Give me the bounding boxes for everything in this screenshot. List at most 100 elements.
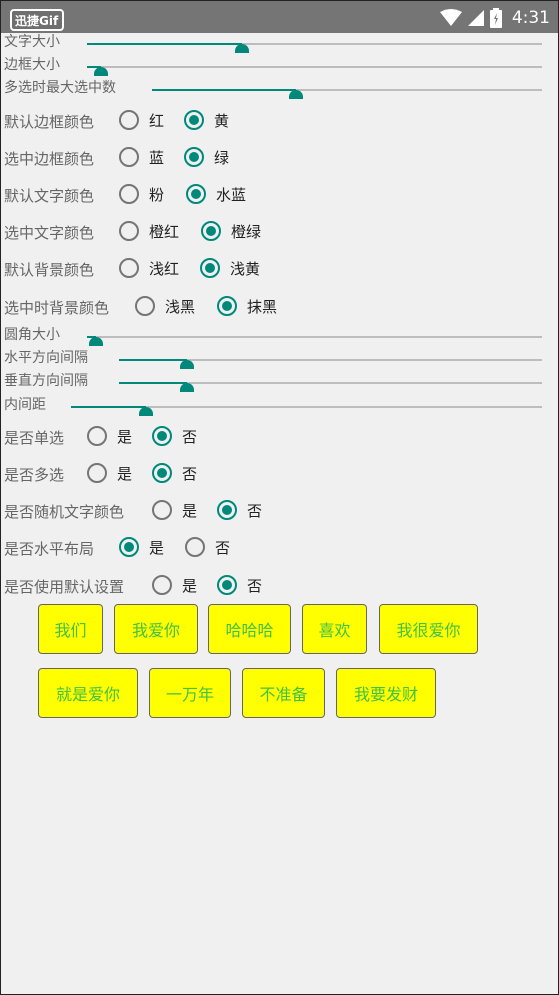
radio-option[interactable]: 否: [152, 460, 197, 486]
radio-option[interactable]: 是: [119, 534, 164, 560]
radio-button[interactable]: [217, 575, 237, 595]
radio-option-label: 是: [182, 501, 198, 520]
tag-item[interactable]: 哈哈哈: [208, 604, 291, 654]
tag-item[interactable]: 一万年: [149, 668, 231, 718]
slider-fill: [119, 359, 187, 361]
radio-button[interactable]: [186, 184, 206, 204]
slider-thumb[interactable]: [180, 360, 194, 369]
slider-track[interactable]: [87, 66, 542, 68]
radio-button[interactable]: [184, 147, 204, 167]
radio-option[interactable]: 浅黑: [135, 293, 195, 319]
status-time: 4:31: [511, 8, 550, 28]
radio-option[interactable]: 浅红: [119, 255, 179, 281]
radio-option-label: 是: [182, 576, 198, 595]
radio-option[interactable]: 是: [87, 460, 132, 486]
wifi-icon: [439, 9, 462, 26]
radio-button[interactable]: [152, 463, 172, 483]
radio-option[interactable]: 绿: [184, 144, 229, 170]
radio-button[interactable]: [119, 537, 139, 557]
slider-thumb[interactable]: [235, 44, 249, 53]
radio-button[interactable]: [152, 575, 172, 595]
radio-option[interactable]: 是: [87, 423, 132, 449]
radio-option-label: 是: [149, 538, 165, 557]
slider-label: 水平方向间隔: [4, 350, 88, 366]
app-badge: 迅捷Gif: [10, 9, 64, 31]
status-icons: 4:31: [439, 7, 550, 29]
radio-option[interactable]: 否: [152, 423, 197, 449]
tag-item[interactable]: 就是爱你: [38, 668, 138, 718]
radio-option[interactable]: 黄: [184, 107, 229, 133]
radio-option[interactable]: 粉: [119, 181, 164, 207]
radio-option-label: 绿: [214, 148, 230, 167]
radio-button[interactable]: [201, 221, 221, 241]
radio-option-label: 浅黑: [165, 297, 196, 316]
radio-option[interactable]: 红: [119, 107, 164, 133]
slider-track[interactable]: [87, 336, 542, 338]
tag-item[interactable]: 我爱你: [114, 604, 198, 654]
tag-item[interactable]: 我很爱你: [379, 604, 478, 654]
radio-button[interactable]: [152, 426, 172, 446]
radio-option[interactable]: 否: [217, 497, 262, 523]
radio-group-label: 是否使用默认设置: [4, 578, 125, 596]
tag-item[interactable]: 不准备: [242, 668, 325, 718]
radio-option-label: 否: [247, 576, 263, 595]
radio-button[interactable]: [119, 110, 139, 130]
radio-button[interactable]: [119, 184, 139, 204]
radio-group-use-default-settings: 是否使用默认设置 是 否: [1, 570, 558, 600]
slider-label: 文字大小: [4, 34, 60, 50]
radio-button[interactable]: [119, 147, 139, 167]
radio-group-label: 默认背景颜色: [4, 261, 95, 279]
slider-max-select: 多选时最大选中数: [1, 80, 558, 100]
slider-thumb[interactable]: [139, 407, 153, 416]
radio-button[interactable]: [119, 258, 139, 278]
radio-button[interactable]: [87, 426, 107, 446]
tag-item[interactable]: 我要发财: [336, 668, 436, 718]
tag-item[interactable]: 喜欢: [302, 604, 367, 654]
radio-option[interactable]: 否: [217, 572, 262, 598]
radio-option-label: 浅红: [149, 259, 180, 278]
radio-option[interactable]: 水蓝: [186, 181, 246, 207]
slider-vertical-spacing: 垂直方向间隔: [1, 373, 558, 393]
signal-icon: [467, 10, 484, 26]
slider-fill: [152, 89, 296, 91]
slider-label: 边框大小: [4, 57, 60, 73]
radio-button[interactable]: [217, 296, 237, 316]
radio-button[interactable]: [185, 537, 205, 557]
radio-button[interactable]: [152, 500, 172, 520]
radio-option-label: 浅黄: [230, 259, 261, 278]
slider-thumb[interactable]: [89, 337, 103, 346]
radio-option-label: 否: [182, 427, 198, 446]
radio-option-label: 是: [117, 427, 133, 446]
radio-option[interactable]: 浅黄: [200, 255, 260, 281]
radio-button[interactable]: [119, 221, 139, 241]
radio-option-label: 蓝: [149, 148, 165, 167]
slider-label: 多选时最大选中数: [4, 80, 116, 96]
radio-option[interactable]: 抹黑: [217, 293, 277, 319]
radio-option[interactable]: 是: [152, 572, 197, 598]
tag-item[interactable]: 我们: [38, 604, 103, 654]
radio-group-selected-text-color: 选中文字颜色 橙红 橙绿: [1, 216, 558, 246]
radio-group-label: 是否水平布局: [4, 540, 95, 558]
radio-group-label: 是否多选: [4, 466, 65, 484]
radio-group-label: 选中时背景颜色: [4, 299, 110, 317]
slider-thumb[interactable]: [289, 90, 303, 99]
slider-thumb[interactable]: [94, 67, 108, 76]
radio-option[interactable]: 是: [152, 497, 197, 523]
radio-option[interactable]: 蓝: [119, 144, 164, 170]
radio-button[interactable]: [200, 258, 220, 278]
radio-option-label: 红: [149, 111, 165, 130]
radio-option-label: 黄: [214, 111, 230, 130]
radio-button[interactable]: [87, 463, 107, 483]
slider-text-size: 文字大小: [1, 34, 558, 54]
slider-thumb[interactable]: [180, 383, 194, 392]
radio-button[interactable]: [135, 296, 155, 316]
radio-option[interactable]: 橙绿: [201, 218, 261, 244]
radio-group-label: 是否随机文字颜色: [4, 503, 125, 521]
radio-option-label: 橙红: [149, 222, 180, 241]
radio-button[interactable]: [217, 500, 237, 520]
radio-button[interactable]: [184, 110, 204, 130]
radio-option[interactable]: 橙红: [119, 218, 179, 244]
radio-option[interactable]: 否: [185, 534, 230, 560]
radio-option-label: 粉: [149, 185, 165, 204]
slider-border-size: 边框大小: [1, 57, 558, 77]
